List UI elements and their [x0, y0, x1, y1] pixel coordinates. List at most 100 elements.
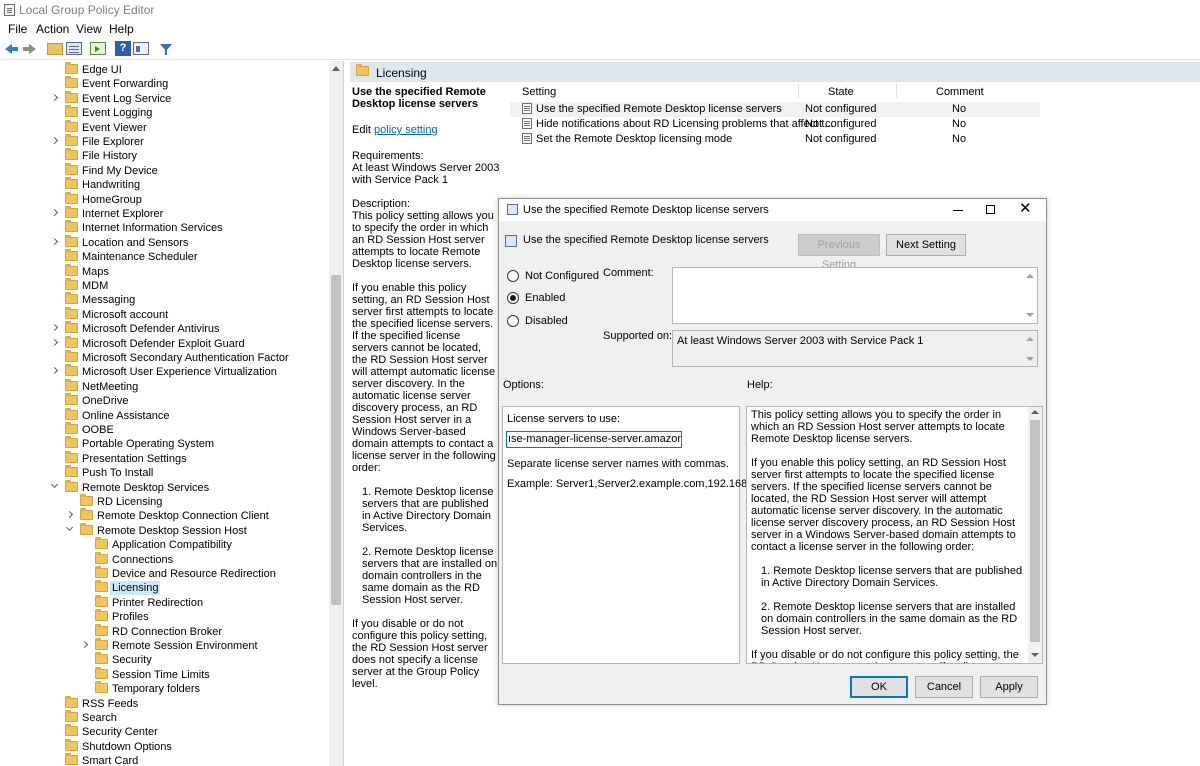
column-setting[interactable]: Setting	[522, 86, 556, 98]
scroll-down-arrow-icon[interactable]	[1026, 357, 1034, 361]
tree-item[interactable]: Maintenance Scheduler	[52, 249, 320, 264]
tree-scroll-thumb[interactable]	[331, 275, 341, 605]
tree-item[interactable]: Security Center	[52, 724, 320, 739]
chevron-right-icon[interactable]	[50, 324, 59, 332]
tree-item[interactable]: Portable Operating System	[52, 436, 320, 451]
menu-view[interactable]: View	[76, 22, 102, 36]
minimize-icon[interactable]	[953, 210, 963, 211]
tree-item[interactable]: Microsoft Defender Exploit Guard	[50, 335, 320, 351]
tree-item[interactable]: Remote Desktop Services	[50, 479, 320, 495]
tree-item[interactable]: Shutdown Options	[52, 738, 320, 754]
chevron-right-icon[interactable]	[50, 208, 59, 217]
tree-item[interactable]: Microsoft Defender Antivirus	[50, 321, 320, 336]
tree-item[interactable]: RD Connection Broker	[82, 623, 320, 639]
up-folder-icon[interactable]	[47, 43, 63, 55]
tree-item[interactable]: Internet Information Services	[52, 220, 320, 235]
setting-row[interactable]: Hide notifications about RD Licensing pr…	[510, 117, 1040, 132]
maximize-icon[interactable]	[986, 205, 995, 214]
tree-item[interactable]: Temporary folders	[82, 681, 320, 696]
scroll-up-arrow-icon[interactable]	[332, 66, 340, 71]
filter-icon[interactable]	[158, 41, 174, 57]
previous-setting-button[interactable]: Previous Setting	[798, 234, 880, 271]
tree-item[interactable]: Security	[82, 652, 320, 667]
chevron-right-icon[interactable]	[50, 338, 59, 346]
tree-item[interactable]: Event Logging	[52, 105, 320, 120]
radio-circle[interactable]	[507, 292, 519, 304]
comment-field[interactable]	[672, 267, 1038, 324]
tree-item[interactable]: Event Log Service	[50, 90, 320, 106]
tree-item[interactable]: HomeGroup	[52, 191, 320, 207]
tree-scrollbar[interactable]	[329, 61, 343, 766]
help-scrollbar[interactable]	[1028, 407, 1042, 663]
tree-item[interactable]: Internet Explorer	[50, 206, 320, 221]
tree-item[interactable]: Remote Session Environment	[80, 638, 320, 653]
apply-button[interactable]: Apply	[980, 676, 1038, 698]
tree-item[interactable]: Edge UI	[52, 62, 320, 77]
chevron-right-icon[interactable]	[65, 511, 74, 519]
chevron-down-icon[interactable]	[65, 523, 74, 531]
tree-item[interactable]: Event Viewer	[52, 119, 320, 135]
license-servers-input[interactable]: ıse-manager-license-server.amazon.com	[506, 431, 682, 448]
tree-item[interactable]: Profiles	[82, 609, 320, 624]
tree-item[interactable]: File Explorer	[50, 134, 320, 149]
tree-item[interactable]: Find My Device	[52, 162, 320, 178]
tree-item[interactable]: Online Assistance	[52, 407, 320, 423]
tree-item[interactable]: Remote Desktop Connection Client	[65, 508, 320, 523]
properties-icon[interactable]	[133, 42, 149, 55]
tree-item[interactable]: Messaging	[52, 292, 320, 307]
tree-item[interactable]: Microsoft Secondary Authentication Facto…	[52, 350, 320, 365]
edit-policy-link[interactable]: policy setting	[374, 124, 438, 136]
scroll-down-arrow-icon[interactable]	[1031, 653, 1039, 657]
tree-item[interactable]: Handwriting	[52, 177, 320, 192]
tree-item[interactable]: RSS Feeds	[52, 695, 320, 711]
scroll-up-arrow-icon[interactable]	[1026, 337, 1034, 341]
chevron-right-icon[interactable]	[80, 640, 89, 649]
tree-item[interactable]: RD Licensing	[67, 494, 320, 509]
forward-arrow-icon[interactable]	[21, 41, 37, 57]
menu-action[interactable]: Action	[36, 22, 69, 36]
chevron-right-icon[interactable]	[50, 237, 59, 245]
tree-item[interactable]: Remote Desktop Session Host	[65, 522, 320, 538]
scroll-down-arrow-icon[interactable]	[1026, 313, 1034, 317]
close-icon[interactable]: ✕	[1019, 201, 1032, 217]
scroll-up-arrow-icon[interactable]	[1026, 274, 1034, 278]
chevron-right-icon[interactable]	[50, 367, 59, 375]
tree-item[interactable]: Smart Card	[52, 753, 320, 766]
chevron-right-icon[interactable]	[50, 136, 59, 145]
ok-button[interactable]: OK	[850, 676, 908, 698]
column-comment[interactable]: Comment	[936, 86, 984, 98]
tree-item[interactable]: Application Compatibility	[82, 537, 320, 552]
tree-item[interactable]: NetMeeting	[52, 378, 320, 394]
tree-item[interactable]: Presentation Settings	[52, 450, 320, 466]
tree-item[interactable]: File History	[52, 148, 320, 163]
cancel-button[interactable]: Cancel	[915, 676, 973, 698]
tree-item[interactable]: Search	[52, 710, 320, 725]
help-scroll-thumb[interactable]	[1030, 420, 1040, 642]
column-state[interactable]: State	[828, 86, 854, 98]
chevron-right-icon[interactable]	[50, 93, 59, 101]
tree-item[interactable]: Connections	[82, 551, 320, 567]
setting-row[interactable]: Set the Remote Desktop licensing mode No…	[510, 132, 1040, 147]
help-icon[interactable]: ?	[115, 41, 131, 56]
next-setting-button[interactable]: Next Setting	[886, 234, 966, 256]
menu-file[interactable]: File	[8, 22, 27, 36]
tree-item[interactable]: Licensing	[82, 580, 320, 596]
show-hide-tree-icon[interactable]	[66, 42, 82, 55]
scroll-up-arrow-icon[interactable]	[1031, 410, 1039, 414]
tree-item[interactable]: Push To Install	[52, 465, 320, 480]
tree-item[interactable]: OOBE	[52, 422, 320, 437]
back-arrow-icon[interactable]	[4, 41, 20, 57]
tree-item[interactable]: Device and Resource Redirection	[82, 566, 320, 581]
tree-item[interactable]: Microsoft User Experience Virtualization	[50, 364, 320, 379]
tree-item[interactable]: Location and Sensors	[50, 234, 320, 250]
tree-item[interactable]: Printer Redirection	[82, 594, 320, 610]
tree-item[interactable]: Event Forwarding	[52, 76, 320, 91]
radio-circle[interactable]	[507, 270, 519, 282]
tree-item[interactable]: Microsoft account	[52, 306, 320, 322]
chevron-down-icon[interactable]	[50, 480, 59, 488]
setting-row[interactable]: Use the specified Remote Desktop license…	[510, 102, 1040, 117]
tree-item[interactable]: Maps	[52, 263, 320, 279]
radio-circle[interactable]	[507, 315, 519, 327]
menu-help[interactable]: Help	[109, 22, 134, 36]
export-list-icon[interactable]	[90, 42, 106, 55]
